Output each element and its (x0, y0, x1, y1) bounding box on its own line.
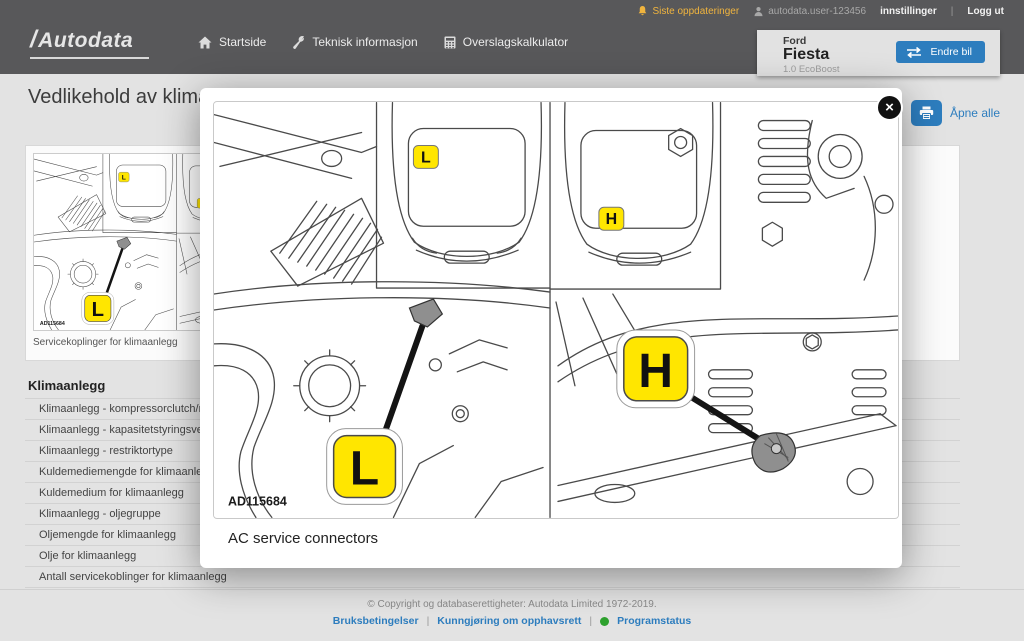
vehicle-engine: 1.0 EcoBoost (783, 64, 1000, 75)
footer-link-opphavsrett[interactable]: Kunngjøring om opphavsrett (437, 615, 581, 627)
person-icon (753, 6, 764, 17)
wrench-icon (292, 36, 305, 49)
modal-caption: AC service connectors (228, 530, 378, 547)
logo-slash: / (30, 26, 37, 53)
open-all-control[interactable]: Åpne alle (911, 100, 1000, 126)
footer-separator: | (589, 615, 592, 627)
vehicle-panel: Ford Fiesta 1.0 EcoBoost Endre bil (757, 30, 1000, 76)
nav-label: Startside (219, 35, 266, 49)
change-vehicle-label: Endre bil (931, 46, 972, 58)
nav-item-startside[interactable]: Startside (198, 35, 266, 49)
print-button[interactable] (911, 100, 942, 126)
nav-label: Overslagskalkulator (463, 35, 568, 49)
green-status-dot (600, 617, 609, 626)
modal-diagram-frame (213, 101, 899, 519)
modal-diagram (214, 102, 898, 518)
footer-link-programstatus[interactable]: Programstatus (617, 615, 691, 627)
swap-arrows-icon (906, 47, 922, 58)
utility-bar: Siste oppdateringer autodata.user-123456… (637, 0, 1004, 22)
settings-link[interactable]: innstillinger (880, 6, 937, 17)
logout-link[interactable]: Logg ut (967, 6, 1004, 17)
calculator-icon (444, 36, 456, 49)
copyright-text: © Copyright og databaserettigheter: Auto… (0, 599, 1024, 610)
close-icon[interactable]: × (876, 94, 903, 121)
table-row[interactable]: Antall servicekoblinger for klimaanlegg (25, 567, 960, 588)
nav-item-teknisk-informasjon[interactable]: Teknisk informasjon (292, 35, 417, 49)
utility-separator: | (951, 6, 954, 17)
footer-links: Bruksbetingelser | Kunngjøring om opphav… (0, 615, 1024, 627)
main-nav: Startside Teknisk informasjon Overslagsk… (198, 22, 568, 62)
open-all-label: Åpne alle (950, 106, 1000, 120)
footer-link-bruksbetingelser[interactable]: Bruksbetingelser (333, 615, 419, 627)
change-vehicle-button[interactable]: Endre bil (896, 41, 985, 63)
latest-updates-link[interactable]: Siste oppdateringer (637, 5, 739, 17)
username-label: autodata.user-123456 (768, 6, 866, 17)
bell-icon (637, 5, 648, 17)
image-modal: × AC service connectors (200, 88, 902, 568)
logo-text: Autodata (38, 29, 133, 52)
nav-label: Teknisk informasjon (312, 35, 417, 49)
printer-icon (919, 106, 934, 120)
app-footer: © Copyright og databaserettigheter: Auto… (0, 589, 1024, 641)
screen: Siste oppdateringer autodata.user-123456… (0, 0, 1024, 641)
nav-item-overslagskalkulator[interactable]: Overslagskalkulator (444, 35, 568, 49)
latest-updates-label: Siste oppdateringer (652, 6, 739, 17)
footer-separator: | (427, 615, 430, 627)
home-icon (198, 36, 212, 49)
user-account[interactable]: autodata.user-123456 (753, 6, 866, 17)
section-title: Klimaanlegg (28, 378, 105, 393)
autodata-logo[interactable]: /Autodata (30, 26, 149, 59)
